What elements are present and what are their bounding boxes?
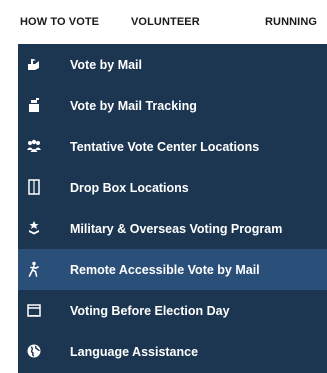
tracking-icon xyxy=(26,97,42,113)
military-icon xyxy=(26,220,42,236)
tab-running[interactable]: RUNNING xyxy=(265,16,317,28)
accessibility-icon xyxy=(26,261,42,277)
menu-item-vote-by-mail[interactable]: Vote by Mail xyxy=(18,44,327,85)
menu-item-military-overseas-voting-program[interactable]: Military & Overseas Voting Program xyxy=(18,208,327,249)
globe-icon xyxy=(26,343,42,359)
menu-item-label: Vote by Mail xyxy=(70,57,143,72)
calendar-icon xyxy=(26,302,42,318)
menu-item-label: Military & Overseas Voting Program xyxy=(70,221,283,236)
menu-item-label: Remote Accessible Vote by Mail xyxy=(70,262,260,277)
menu-item-label: Vote by Mail Tracking xyxy=(70,98,197,113)
people-group-icon xyxy=(26,138,42,154)
menu-item-label: Language Assistance xyxy=(70,344,199,359)
menu-item-voting-before-election-day[interactable]: Voting Before Election Day xyxy=(18,290,327,331)
top-navigation: HOW TO VOTE VOLUNTEER RUNNING xyxy=(0,0,327,44)
menu-item-remote-accessible-vote-by-mail[interactable]: Remote Accessible Vote by Mail xyxy=(18,249,327,290)
tab-how-to-vote[interactable]: HOW TO VOTE xyxy=(20,16,99,28)
drop-box-icon xyxy=(26,179,42,195)
menu-item-vote-by-mail-tracking[interactable]: Vote by Mail Tracking xyxy=(18,85,327,126)
menu-item-label: Voting Before Election Day xyxy=(70,303,230,318)
menu-item-label: Tentative Vote Center Locations xyxy=(70,139,260,154)
tab-volunteer[interactable]: VOLUNTEER xyxy=(131,16,200,28)
menu-item-language-assistance[interactable]: Language Assistance xyxy=(18,331,327,372)
mailbox-icon xyxy=(26,56,42,72)
menu-item-tentative-vote-center-locations[interactable]: Tentative Vote Center Locations xyxy=(18,126,327,167)
menu-item-drop-box-locations[interactable]: Drop Box Locations xyxy=(18,167,327,208)
menu-item-label: Drop Box Locations xyxy=(70,180,189,195)
how-to-vote-dropdown-menu: Vote by Mail Vote by Mail Tracking Tenta… xyxy=(18,44,327,373)
